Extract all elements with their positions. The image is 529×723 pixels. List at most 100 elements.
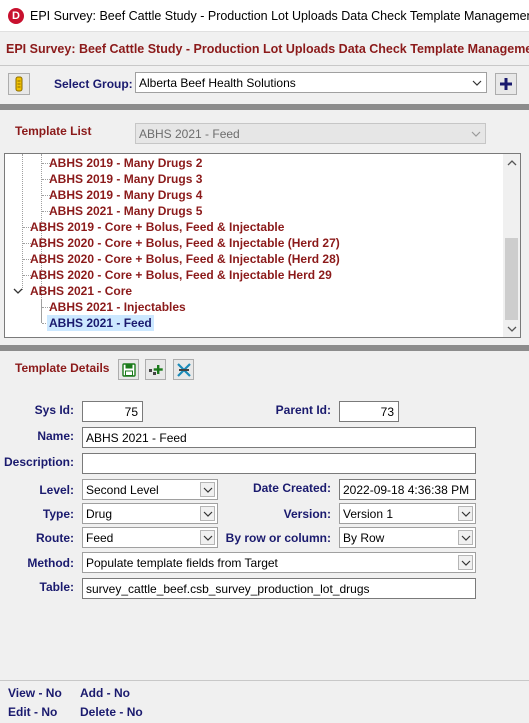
parent-id-field[interactable]: 73	[339, 401, 399, 422]
section-separator	[0, 104, 529, 110]
tree-item[interactable]: ABHS 2019 - Many Drugs 4	[49, 187, 202, 203]
delete-button[interactable]	[173, 359, 194, 380]
key-button[interactable]	[8, 73, 30, 95]
template-list-label: Template List	[15, 124, 92, 138]
delete-permission-label: Delete -	[80, 705, 127, 719]
chevron-down-icon	[458, 555, 473, 570]
edit-permission-value: No	[41, 705, 58, 719]
template-filter-value: ABHS 2021 - Feed	[139, 127, 240, 141]
chevron-up-icon[interactable]	[505, 156, 518, 169]
tree-item-expanded[interactable]: ABHS 2021 - Core	[30, 283, 132, 299]
chevron-down-icon	[458, 506, 473, 521]
window-title: EPI Survey: Beef Cattle Study - Producti…	[30, 9, 529, 23]
edit-permission-label: Edit -	[8, 705, 42, 719]
parent-id-value: 73	[380, 405, 394, 419]
template-details: Template Details Sys Id: 75 Parent Id: 7…	[0, 352, 529, 680]
group-row: Select Group: Alberta Beef Health Soluti…	[0, 66, 529, 104]
view-permission: View - No	[8, 686, 62, 700]
add-group-icon	[500, 78, 512, 90]
type-label: Type:	[42, 507, 74, 521]
parent-id-label: Parent Id:	[275, 403, 331, 417]
select-group-label: Select Group:	[54, 77, 133, 91]
tree-item[interactable]: ABHS 2021 - Many Drugs 5	[49, 203, 202, 219]
sys-id-field[interactable]: 75	[82, 401, 143, 422]
chevron-down-icon[interactable]	[13, 286, 23, 296]
key-icon	[15, 76, 23, 92]
save-button[interactable]	[118, 359, 139, 380]
app-icon: D	[8, 8, 24, 24]
by-row-select[interactable]: By Row	[339, 527, 476, 548]
tree-item[interactable]: ABHS 2020 - Core + Bolus, Feed & Injecta…	[30, 235, 340, 251]
group-select[interactable]: Alberta Beef Health Solutions	[135, 72, 487, 93]
table-value: survey_cattle_beef.csb_survey_production…	[86, 582, 370, 596]
add-child-icon	[148, 364, 163, 375]
method-value: Populate template fields from Target	[86, 556, 278, 570]
route-select[interactable]: Feed	[82, 527, 218, 548]
chevron-down-icon	[200, 482, 215, 497]
page-title: EPI Survey: Beef Cattle Study - Producti…	[6, 42, 529, 56]
by-row-value: By Row	[343, 531, 385, 545]
route-label: Route:	[36, 531, 74, 545]
chevron-down-icon	[458, 530, 473, 545]
sys-id-label: Sys Id:	[34, 403, 74, 417]
tree-item[interactable]: ABHS 2019 - Many Drugs 2	[49, 155, 202, 171]
date-created-label: Date Created:	[252, 481, 331, 495]
version-label: Version:	[283, 507, 331, 521]
chevron-down-icon	[468, 126, 483, 141]
name-label: Name:	[37, 429, 74, 443]
tree-item[interactable]: ABHS 2021 - Injectables	[49, 299, 186, 315]
window-titlebar: D EPI Survey: Beef Cattle Study - Produc…	[0, 0, 529, 32]
chevron-down-icon	[200, 506, 215, 521]
tree-guide	[41, 299, 42, 323]
scrollbar-thumb[interactable]	[505, 238, 518, 320]
description-field[interactable]	[82, 453, 476, 474]
page-header: EPI Survey: Beef Cattle Study - Producti…	[0, 32, 529, 66]
template-filter-select: ABHS 2021 - Feed	[135, 123, 486, 144]
by-row-label: By row or column:	[225, 531, 331, 545]
type-select[interactable]: Drug	[82, 503, 218, 524]
date-created-value: 2022-09-18 4:36:38 PM	[343, 483, 470, 497]
version-value: Version 1	[343, 507, 394, 521]
level-select[interactable]: Second Level	[82, 479, 218, 500]
save-icon	[121, 362, 136, 377]
tree-scrollbar[interactable]	[503, 154, 520, 337]
method-select[interactable]: Populate template fields from Target	[82, 552, 476, 573]
chevron-down-icon	[200, 530, 215, 545]
chevron-down-icon[interactable]	[505, 322, 518, 335]
delete-permission: Delete - No	[80, 705, 143, 719]
delete-icon	[176, 362, 191, 377]
delete-permission-value: No	[126, 705, 143, 719]
group-select-value: Alberta Beef Health Solutions	[139, 76, 296, 90]
section-separator	[0, 345, 529, 351]
method-label: Method:	[27, 556, 74, 570]
version-select[interactable]: Version 1	[339, 503, 476, 524]
add-permission: Add - No	[80, 686, 130, 700]
table-field[interactable]: survey_cattle_beef.csb_survey_production…	[82, 578, 476, 599]
tree-item[interactable]: ABHS 2020 - Core + Bolus, Feed & Injecta…	[30, 267, 332, 283]
tree-guide	[22, 154, 23, 290]
chevron-down-icon	[469, 75, 484, 90]
sys-id-value: 75	[124, 405, 138, 419]
tree-item-selected[interactable]: ABHS 2021 - Feed	[47, 315, 154, 331]
view-permission-value: No	[45, 686, 62, 700]
level-value: Second Level	[86, 483, 159, 497]
template-tree[interactable]: ABHS 2019 - Many Drugs 2 ABHS 2019 - Man…	[4, 153, 521, 338]
tree-item[interactable]: ABHS 2019 - Core + Bolus, Feed & Injecta…	[30, 219, 284, 235]
footer-divider	[0, 680, 529, 681]
template-details-label: Template Details	[15, 361, 110, 375]
type-value: Drug	[86, 507, 113, 521]
view-permission-label: View -	[8, 686, 46, 700]
edit-permission: Edit - No	[8, 705, 57, 719]
add-permission-value: No	[114, 686, 130, 700]
add-group-button[interactable]	[495, 73, 517, 95]
add-child-button[interactable]	[145, 359, 166, 380]
level-label: Level:	[39, 483, 74, 497]
tree-item[interactable]: ABHS 2019 - Many Drugs 3	[49, 171, 202, 187]
description-label: Description:	[4, 455, 75, 469]
tree-item[interactable]: ABHS 2020 - Core + Bolus, Feed & Injecta…	[30, 251, 340, 267]
date-created-field[interactable]: 2022-09-18 4:36:38 PM	[339, 479, 476, 500]
table-label: Table:	[39, 580, 74, 594]
name-field[interactable]: ABHS 2021 - Feed	[82, 427, 476, 448]
add-permission-label: Add -	[80, 686, 114, 700]
route-value: Feed	[86, 531, 114, 545]
